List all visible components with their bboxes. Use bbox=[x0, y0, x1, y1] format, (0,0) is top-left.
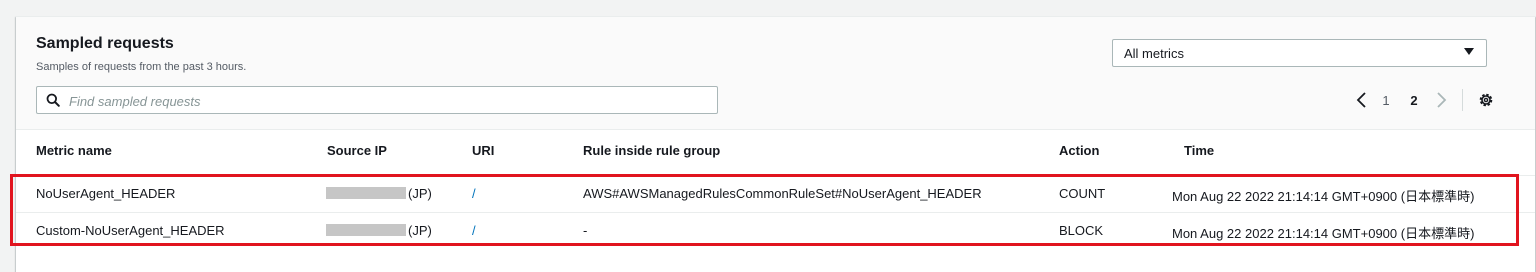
metric-name-cell: NoUserAgent_HEADER bbox=[36, 186, 176, 201]
page-1-button[interactable]: 1 bbox=[1376, 93, 1396, 108]
time-cell: Mon Aug 22 2022 21:14:14 GMT+0900 (日本標準時… bbox=[1172, 189, 1475, 204]
uri-link[interactable]: / bbox=[472, 223, 476, 238]
redacted-ip bbox=[326, 224, 406, 236]
table-row: Custom-NoUserAgent_HEADER (JP) / - BLOCK… bbox=[16, 212, 1535, 249]
metric-name-cell: Custom-NoUserAgent_HEADER bbox=[36, 223, 225, 238]
time-cell: Mon Aug 22 2022 21:14:14 GMT+0900 (日本標準時… bbox=[1172, 226, 1475, 241]
chevron-right-icon[interactable] bbox=[1434, 91, 1448, 109]
column-header-action[interactable]: Action bbox=[1059, 143, 1099, 158]
action-cell: COUNT bbox=[1059, 186, 1106, 201]
action-cell: BLOCK bbox=[1059, 223, 1104, 238]
table-row: NoUserAgent_HEADER (JP) / AWS#AWSManaged… bbox=[16, 175, 1535, 212]
metrics-select-value: All metrics bbox=[1124, 46, 1184, 61]
column-header-rule[interactable]: Rule inside rule group bbox=[583, 143, 720, 158]
panel-header: Sampled requests Samples of requests fro… bbox=[16, 17, 1535, 130]
pagination-divider bbox=[1462, 89, 1463, 111]
rule-cell: - bbox=[583, 223, 588, 238]
panel-title: Sampled requests bbox=[36, 35, 174, 52]
rule-cell: AWS#AWSManagedRulesCommonRuleSet#NoUserA… bbox=[583, 186, 982, 201]
sampled-requests-panel: Sampled requests Samples of requests fro… bbox=[16, 16, 1535, 272]
uri-link[interactable]: / bbox=[472, 186, 476, 201]
redacted-ip bbox=[326, 187, 406, 199]
column-header-metric-name[interactable]: Metric name bbox=[36, 143, 112, 158]
column-header-time[interactable]: Time bbox=[1184, 143, 1214, 158]
page-2-button[interactable]: 2 bbox=[1404, 93, 1424, 108]
panel-subtitle: Samples of requests from the past 3 hour… bbox=[36, 61, 247, 73]
metrics-select[interactable]: All metrics bbox=[1112, 39, 1487, 67]
caret-down-icon bbox=[1464, 48, 1474, 55]
chevron-left-icon[interactable] bbox=[1355, 91, 1369, 109]
search-input[interactable] bbox=[67, 90, 711, 112]
column-header-uri[interactable]: URI bbox=[472, 143, 494, 158]
source-ip-country: (JP) bbox=[408, 186, 432, 201]
search-icon bbox=[46, 93, 60, 107]
source-ip-country: (JP) bbox=[408, 223, 432, 238]
column-header-source-ip[interactable]: Source IP bbox=[327, 143, 387, 158]
search-field[interactable] bbox=[36, 86, 718, 114]
gear-icon[interactable] bbox=[1477, 91, 1495, 109]
